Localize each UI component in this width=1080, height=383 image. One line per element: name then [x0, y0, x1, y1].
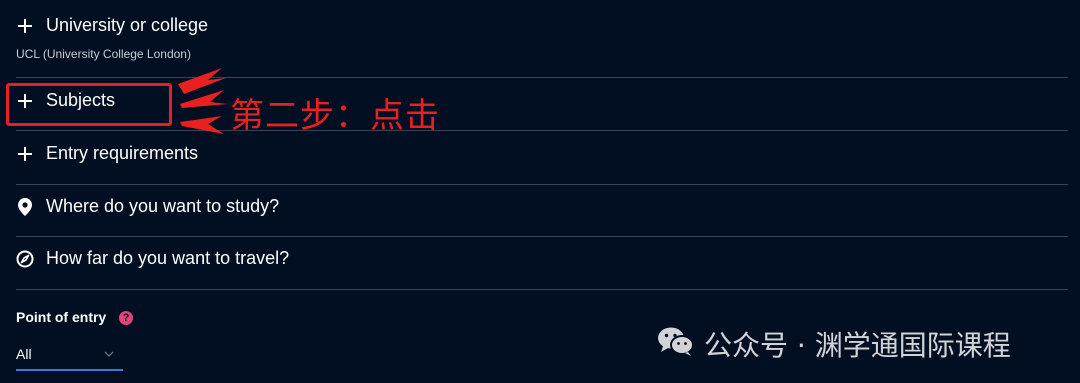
point-of-entry-select[interactable]: All [16, 340, 123, 371]
divider [16, 184, 1068, 185]
filter-location-label: Where do you want to study? [46, 196, 280, 216]
filter-entry-label: Entry requirements [46, 143, 199, 163]
chevron-down-icon [104, 346, 114, 364]
selected-university: UCL (University College London) [16, 47, 191, 61]
map-pin-icon [16, 197, 34, 216]
divider [16, 289, 1068, 290]
filter-location[interactable]: Where do you want to study? [16, 196, 1068, 217]
plus-icon [16, 17, 34, 35]
divider [16, 236, 1068, 237]
annotation-text: 第二步：点击 [230, 96, 440, 136]
watermark: 公众号 · 渊学通国际课程 [656, 324, 1011, 364]
wechat-icon [656, 325, 696, 364]
watermark-text: 公众号 · 渊学通国际课程 [704, 329, 1011, 362]
filter-travel-label: How far do you want to travel? [46, 248, 290, 268]
point-of-entry-value: All [16, 346, 32, 362]
plus-icon [16, 145, 34, 163]
filter-travel[interactable]: How far do you want to travel? [16, 248, 1068, 269]
filter-university-label: University or college [46, 15, 209, 35]
filter-university[interactable]: University or college [16, 15, 1068, 36]
filter-entry-requirements[interactable]: Entry requirements [16, 143, 1068, 164]
annotation-arrows-icon [178, 68, 228, 134]
help-icon[interactable]: ? [119, 311, 133, 325]
compass-icon [16, 250, 34, 268]
point-of-entry-label: Point of entry [16, 309, 107, 325]
annotation-highlight-box [6, 83, 172, 126]
